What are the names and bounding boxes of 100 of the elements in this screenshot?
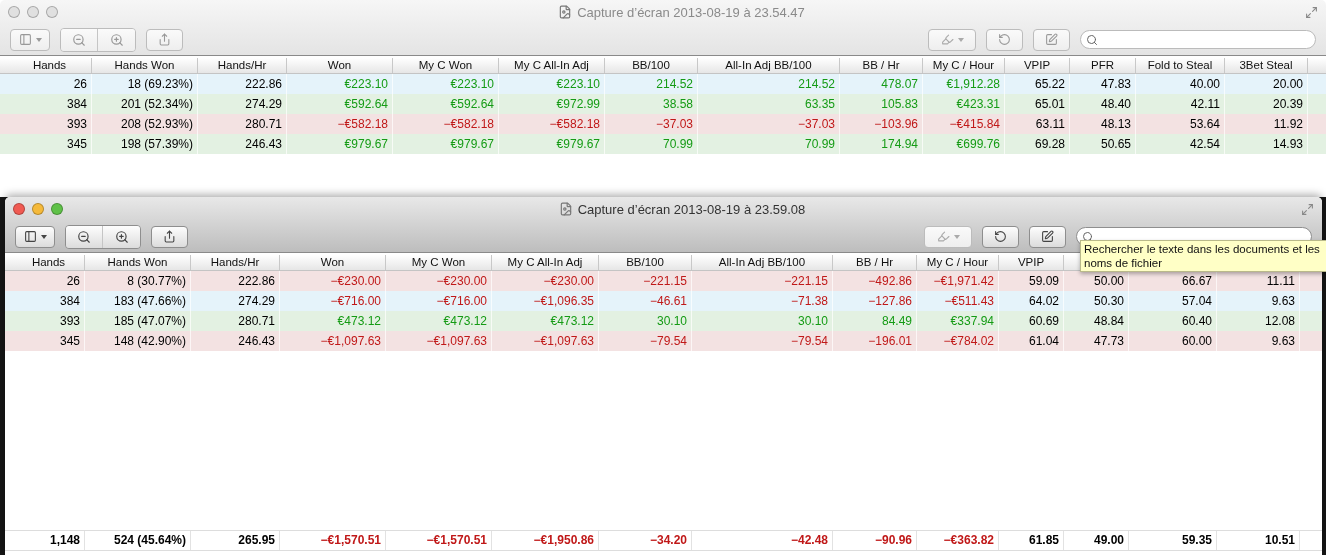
caret-icon: [40, 234, 47, 239]
sidebar-view-button[interactable]: [15, 225, 55, 248]
table-row[interactable]: 345 198 (57.39%) 246.43 €979.67 €979.67 €979.67 70.99 70.99 174.94 €699.76 69.28 50.65 42.54 14.93: [0, 134, 1326, 154]
total-cell: 524 (45.64%): [85, 531, 191, 550]
column-header[interactable]: My C All-In Adj: [499, 58, 605, 73]
table-cell: 345: [13, 331, 85, 351]
table-row[interactable]: 384 201 (52.34%) 274.29 €592.64 €592.64 €972.99 38.58 63.35 105.83 €423.31 65.01 48.40 42.11 20.39: [0, 94, 1326, 114]
table-cell: −196.01: [833, 331, 917, 351]
sidebar-icon: [18, 33, 32, 46]
window-title: Capture d’écran 2013-08-19 à 23.54.47: [577, 4, 805, 20]
table-cell: −79.54: [599, 331, 692, 351]
table-row[interactable]: 26 8 (30.77%) 222.86 −€230.00 −€230.00 −€230.00 −221.15 −221.15 −492.86 −€1,971.42 59.09 50.00 66.67 11.11: [5, 271, 1322, 291]
total-cell: −34.20: [599, 531, 692, 550]
column-header[interactable]: BB/100: [605, 58, 698, 73]
column-header[interactable]: All-In Adj BB/100: [698, 58, 840, 73]
table-row[interactable]: 26 18 (69.23%) 222.86 €223.10 €223.10 €223.10 214.52 214.52 478.07 €1,912.28 65.22 47.83 40.00 20.00: [0, 74, 1326, 94]
total-cell: 10.51: [1217, 531, 1300, 550]
total-cell: 1,148: [13, 531, 85, 550]
document-icon: [558, 202, 573, 216]
column-header[interactable]: BB / Hr: [840, 58, 923, 73]
zoom-out-icon: [77, 229, 91, 244]
column-header[interactable]: My C / Hour: [917, 255, 999, 270]
total-cell: 61.85: [999, 531, 1064, 550]
column-header[interactable]: My C Won: [393, 58, 499, 73]
table-cell: 70.99: [698, 134, 840, 154]
column-header[interactable]: My C All-In Adj: [492, 255, 599, 270]
total-cell: −€363.82: [917, 531, 999, 550]
share-button[interactable]: [146, 28, 183, 51]
zoom-out-button[interactable]: [61, 28, 98, 51]
total-cell: 49.00: [1064, 531, 1129, 550]
minimize-button[interactable]: [32, 203, 44, 215]
fullscreen-icon[interactable]: [1301, 202, 1314, 216]
table-cell: 61.04: [999, 331, 1064, 351]
column-header[interactable]: Won: [287, 58, 393, 73]
table-row[interactable]: 393 185 (47.07%) 280.71 €473.12 €473.12 €473.12 30.10 30.10 84.49 €337.94 60.69 48.84 60.40 12.08: [5, 311, 1322, 331]
column-header[interactable]: Fold to Steal: [1136, 58, 1225, 73]
column-header[interactable]: BB/100: [599, 255, 692, 270]
table-row[interactable]: 345 148 (42.90%) 246.43 −€1,097.63 −€1,097.63 −€1,097.63 −79.54 −79.54 −196.01 −€784.02 61.04 47.73 60.00 9.63: [5, 331, 1322, 351]
caret-icon: [957, 37, 964, 42]
column-header[interactable]: Hands Won: [85, 255, 191, 270]
share-icon: [158, 33, 171, 46]
share-button[interactable]: [151, 225, 188, 248]
table-cell: 47.73: [1064, 331, 1129, 351]
column-header[interactable]: My C / Hour: [923, 58, 1005, 73]
table-cell: 70.99: [605, 134, 698, 154]
rotate-button[interactable]: [982, 225, 1019, 248]
zoom-button[interactable]: [46, 6, 58, 18]
edit-button[interactable]: [1029, 225, 1066, 248]
column-header[interactable]: Hands/Hr: [198, 58, 287, 73]
zoom-in-icon: [114, 229, 129, 244]
search-field[interactable]: [1080, 30, 1316, 49]
table-cell: 345: [8, 134, 92, 154]
column-header[interactable]: 3Bet Steal: [1225, 58, 1308, 73]
column-header[interactable]: VPIP: [1005, 58, 1070, 73]
share-icon: [163, 230, 176, 243]
column-header[interactable]: All-In Adj BB/100: [692, 255, 833, 270]
column-header[interactable]: Hands: [13, 255, 85, 270]
column-header[interactable]: Hands Won: [92, 58, 198, 73]
column-header[interactable]: BB / Hr: [833, 255, 917, 270]
close-button[interactable]: [8, 6, 20, 18]
column-header[interactable]: Hands/Hr: [191, 255, 280, 270]
column-header[interactable]: Hands: [8, 58, 92, 73]
total-cell: −€1,570.51: [386, 531, 492, 550]
column-header[interactable]: My C Won: [386, 255, 492, 270]
table-cell: €979.67: [499, 134, 605, 154]
search-icon: [1086, 33, 1098, 46]
table-cell: €699.76: [923, 134, 1005, 154]
zoom-out-button[interactable]: [66, 225, 103, 248]
total-cell: 265.95: [191, 531, 280, 550]
tooltip: Rechercher le texte dans les documents et les noms de fichier: [1080, 240, 1326, 272]
total-cell: −90.96: [833, 531, 917, 550]
zoom-in-button[interactable]: [103, 225, 140, 248]
pen-icon: [940, 33, 954, 46]
table-cell: −79.54: [692, 331, 833, 351]
search-icon: [1082, 230, 1094, 243]
rotate-icon: [994, 230, 1007, 243]
markup-button[interactable]: [928, 28, 976, 51]
fullscreen-icon[interactable]: [1305, 5, 1318, 19]
zoom-button[interactable]: [51, 203, 63, 215]
pen-icon: [936, 230, 950, 243]
markup-button[interactable]: [924, 225, 972, 248]
close-button[interactable]: [13, 203, 25, 215]
sidebar-icon: [23, 230, 37, 243]
zoom-in-icon: [109, 32, 124, 47]
rotate-icon: [998, 33, 1011, 46]
edit-icon: [1041, 230, 1054, 243]
table-cell: −€1,097.63: [280, 331, 386, 351]
table-row[interactable]: 384 183 (47.66%) 274.29 −€716.00 −€716.00 −€1,096.35 −46.61 −71.38 −127.86 −€511.43 64.02 50.30 57.04 9.63: [5, 291, 1322, 311]
table-cell: 42.54: [1136, 134, 1225, 154]
column-header[interactable]: Won: [280, 255, 386, 270]
table-row[interactable]: 393 208 (52.93%) 280.71 −€582.18 −€582.18 −€582.18 −37.03 −37.03 −103.96 −€415.84 63.11 48.13 53.64 11.92: [0, 114, 1326, 134]
total-cell: −€1,950.86: [492, 531, 599, 550]
table-cell: 50.65: [1070, 134, 1136, 154]
column-header[interactable]: VPIP: [999, 255, 1064, 270]
caret-icon: [953, 234, 960, 239]
total-cell: −€1,570.51: [280, 531, 386, 550]
table-cell: 246.43: [198, 134, 287, 154]
column-header[interactable]: PFR: [1070, 58, 1136, 73]
table-cell: 198 (57.39%): [92, 134, 198, 154]
minimize-button[interactable]: [27, 6, 39, 18]
